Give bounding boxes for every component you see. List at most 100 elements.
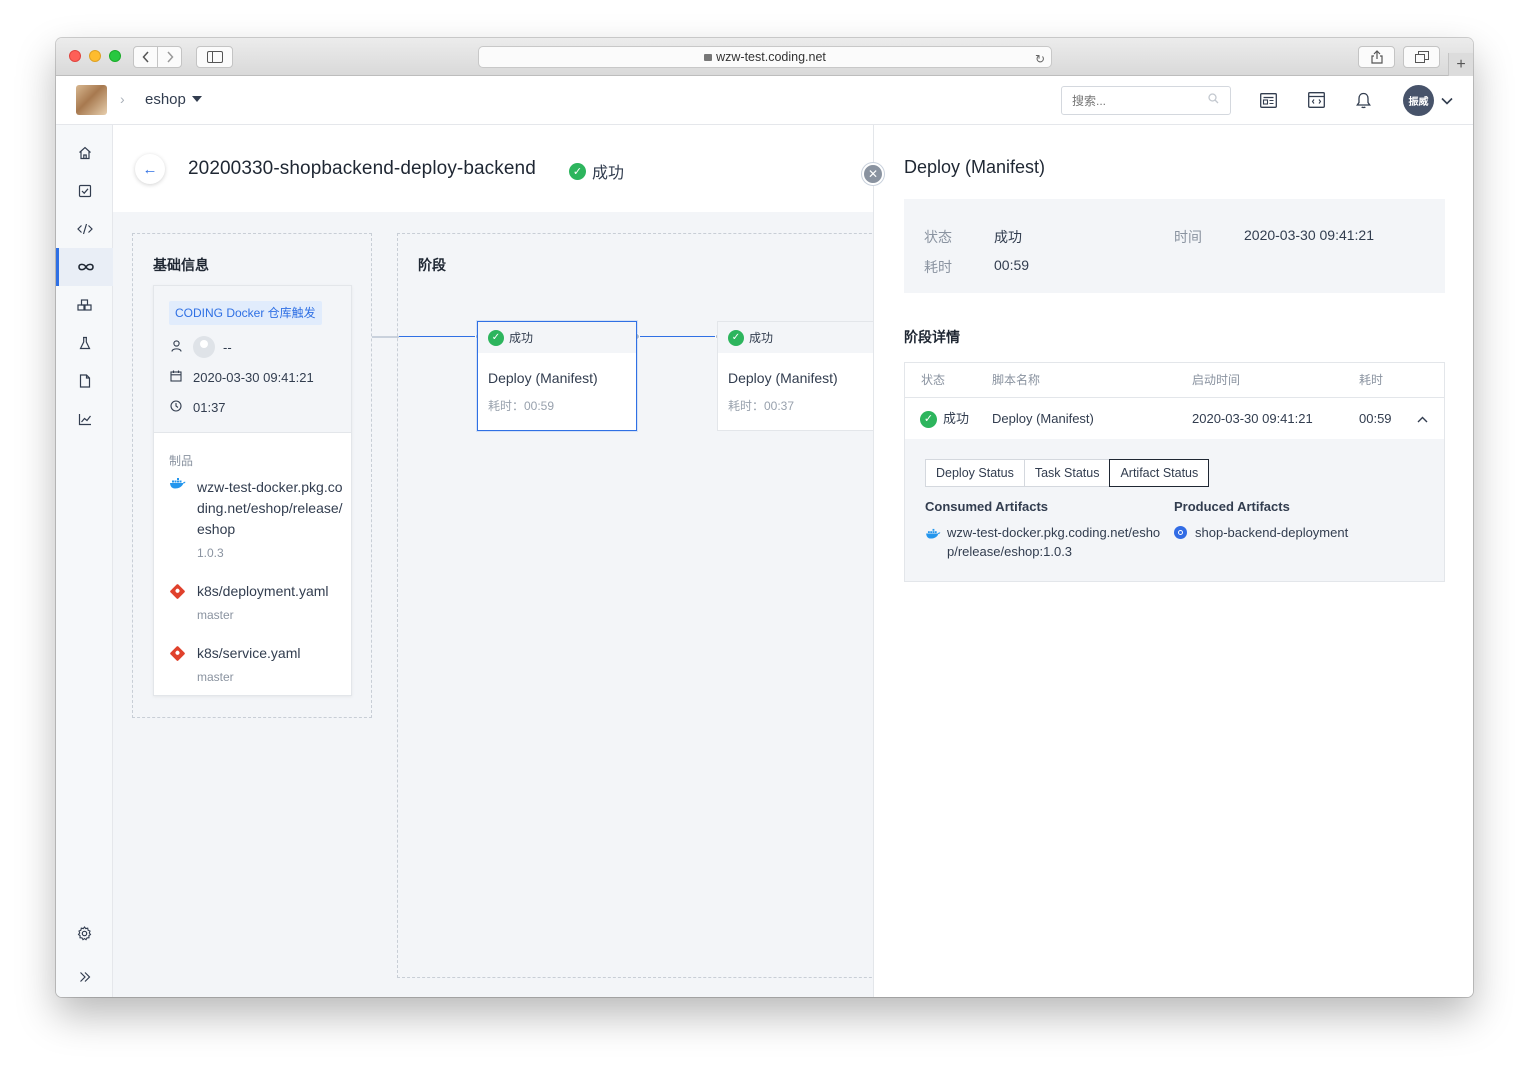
close-panel-button[interactable]: ✕ — [862, 163, 884, 185]
window-minimize-button[interactable] — [89, 50, 101, 62]
artifact-name: wzw-test-docker.pkg.coding.net/eshop/rel… — [197, 479, 343, 537]
search-icon — [1208, 93, 1219, 107]
document-icon — [79, 374, 90, 388]
nav-artifacts[interactable] — [56, 286, 113, 324]
check-circle-icon: ✓ — [920, 410, 937, 428]
nav-home[interactable] — [56, 134, 113, 172]
user-avatar[interactable]: 振威 — [1403, 85, 1434, 116]
stage-name: Deploy (Manifest) — [728, 370, 838, 386]
team-logo[interactable] — [76, 85, 107, 115]
connector-line — [399, 336, 479, 337]
address-url: wzw-test.coding.net — [716, 50, 826, 64]
address-bar[interactable]: wzw-test.coding.net ↻ — [478, 46, 1052, 68]
summary-status-value: 成功 — [994, 229, 1022, 245]
stage-duration: 耗时：00:59 — [488, 399, 555, 413]
arrow-left-icon: ← — [142, 160, 158, 178]
chart-icon — [78, 413, 91, 425]
search-input[interactable] — [1061, 86, 1231, 115]
artifact-branch: master — [197, 608, 234, 622]
trigger-duration: 01:37 — [193, 400, 226, 415]
produced-artifact-item[interactable]: shop-backend-deployment — [1174, 523, 1424, 542]
check-circle-icon: ✓ — [728, 329, 744, 346]
check-circle-icon: ✓ — [569, 162, 586, 180]
table-header-script: 脚本名称 — [992, 373, 1041, 387]
table-header-start: 启动时间 — [1192, 373, 1241, 387]
browser-sidebar-button[interactable] — [196, 46, 233, 68]
browser-back-button[interactable] — [133, 46, 158, 68]
chevron-left-icon — [141, 51, 149, 63]
nav-stats[interactable] — [56, 400, 113, 438]
chevron-up-icon[interactable] — [1417, 399, 1428, 439]
summary-time-value: 2020-03-30 09:41:21 — [1244, 227, 1374, 243]
table-divider — [905, 397, 1444, 398]
tab-artifact-status[interactable]: Artifact Status — [1109, 459, 1210, 487]
gear-icon — [77, 925, 92, 941]
calendar-icon — [169, 370, 183, 385]
kubernetes-icon — [1174, 526, 1187, 539]
nav-settings[interactable] — [56, 914, 113, 952]
browser-window: wzw-test.coding.net ↻ + › eshop 振威 — [56, 38, 1473, 997]
git-icon — [169, 581, 187, 622]
double-chevron-right-icon — [79, 972, 90, 982]
window-maximize-button[interactable] — [109, 50, 121, 62]
summary-duration-label: 耗时 — [924, 259, 952, 275]
stage-card-header: ✓ 成功 — [478, 322, 636, 353]
nav-docs[interactable] — [56, 362, 113, 400]
trigger-user-avatar — [193, 336, 215, 358]
row-script-name: Deploy (Manifest) — [992, 411, 1094, 426]
artifact-item[interactable]: k8s/deployment.yaml master — [169, 581, 344, 622]
nav-tasks[interactable] — [56, 172, 113, 210]
trigger-user-name: -- — [223, 339, 232, 355]
stage-card-header: ✓ 成功 — [718, 322, 873, 353]
summary-time-label: 时间 — [1174, 229, 1202, 245]
browser-share-button[interactable] — [1358, 46, 1395, 68]
nav-continuous-deploy[interactable] — [56, 248, 113, 286]
row-status: ✓ 成功 — [920, 399, 969, 439]
browser-forward-button[interactable] — [157, 46, 182, 68]
connector-line — [637, 336, 719, 337]
artifact-branch: master — [197, 670, 234, 684]
nav-testing[interactable] — [56, 324, 113, 362]
new-tab-button[interactable]: + — [1448, 53, 1473, 76]
page-header: ← 20200330-shopbackend-deploy-backend ✓ 成… — [113, 125, 873, 212]
lock-icon — [704, 54, 713, 61]
back-button[interactable]: ← — [135, 154, 165, 184]
page-title: 20200330-shopbackend-deploy-backend — [188, 158, 536, 179]
git-icon — [169, 643, 187, 684]
tabs-icon — [1414, 51, 1429, 63]
tab-deploy-status[interactable]: Deploy Status — [926, 460, 1025, 486]
window-close-button[interactable] — [69, 50, 81, 62]
tab-task-status[interactable]: Task Status — [1025, 460, 1111, 486]
stage-card[interactable]: ✓ 成功 Deploy (Manifest) 耗时：00:59 — [477, 321, 637, 431]
caret-down-icon — [191, 96, 202, 102]
workspace-icon[interactable] — [1306, 90, 1326, 110]
consumed-artifact-item[interactable]: wzw-test-docker.pkg.coding.net/eshop/rel… — [925, 523, 1167, 561]
consumed-artifact-name: wzw-test-docker.pkg.coding.net/eshop/rel… — [947, 525, 1161, 559]
stage-card[interactable]: ✓ 成功 Deploy (Manifest) 耗时：00:37 — [717, 321, 873, 431]
artifact-item[interactable]: wzw-test-docker.pkg.coding.net/eshop/rel… — [169, 477, 344, 560]
browser-tabs-button[interactable] — [1403, 46, 1440, 68]
home-icon — [78, 146, 91, 160]
nav-expand[interactable] — [56, 958, 113, 996]
trigger-info-card: CODING Docker 仓库触发 -- 2020-03-30 09:41:2… — [153, 285, 352, 696]
stage-status: 成功 — [749, 331, 774, 345]
table-header-status: 状态 — [921, 373, 946, 387]
docker-icon — [925, 525, 941, 561]
artifact-item[interactable]: k8s/service.yaml master — [169, 643, 344, 684]
news-icon[interactable] — [1258, 90, 1278, 110]
browser-titlebar: wzw-test.coding.net ↻ + — [56, 38, 1473, 76]
project-switcher[interactable]: eshop — [145, 91, 202, 108]
reload-icon[interactable]: ↻ — [1035, 49, 1045, 69]
flask-icon — [79, 336, 90, 350]
nav-code[interactable] — [56, 210, 113, 248]
produced-artifacts-heading: Produced Artifacts — [1174, 499, 1290, 514]
summary-duration-value: 00:59 — [994, 257, 1030, 273]
summary-status-label: 状态 — [924, 229, 952, 245]
chevron-down-icon[interactable] — [1441, 92, 1453, 110]
bell-icon[interactable] — [1353, 90, 1373, 110]
panel-title: Deploy (Manifest) — [904, 157, 1046, 177]
sidebar-icon — [206, 51, 223, 63]
trigger-tag: CODING Docker 仓库触发 — [169, 301, 322, 325]
trigger-date: 2020-03-30 09:41:21 — [193, 370, 314, 385]
stage-name: Deploy (Manifest) — [488, 370, 598, 386]
